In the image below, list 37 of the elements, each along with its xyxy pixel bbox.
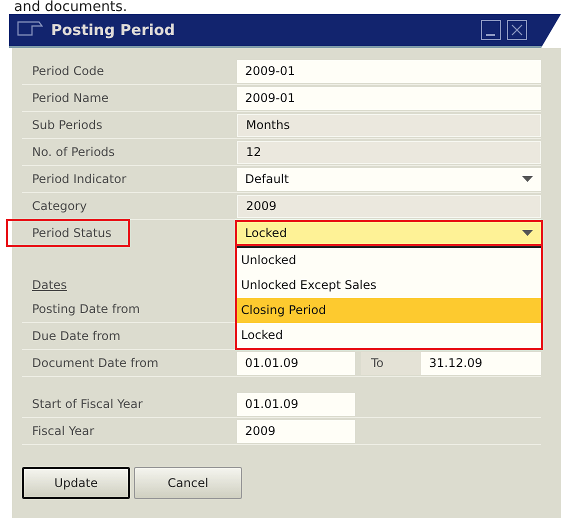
caret-icon xyxy=(522,176,533,182)
text-field[interactable]: 12 xyxy=(237,140,541,164)
text-field[interactable]: 2009-01 xyxy=(237,60,541,82)
text-field[interactable]: 2009-01 xyxy=(237,86,541,110)
dialog-button[interactable]: Update xyxy=(22,467,130,499)
close-icon[interactable] xyxy=(507,20,527,40)
date-field[interactable]: 01.01.09 xyxy=(237,352,355,374)
dropdown-field[interactable]: Default xyxy=(237,168,541,190)
field-label: Start of Fiscal Year xyxy=(31,397,144,411)
field-label: Sub Periods xyxy=(31,118,104,132)
field-label: Posting Date from xyxy=(31,302,141,316)
field-label: To xyxy=(361,352,421,374)
date-field[interactable]: 31.12.09 xyxy=(421,352,541,374)
dropdown-option[interactable]: Unlocked xyxy=(237,248,541,272)
field-label: No. of Periods xyxy=(31,145,116,159)
dropdown-option[interactable]: Unlocked Except Sales xyxy=(237,272,541,298)
field-label: Period Status xyxy=(8,221,128,245)
dropdown-field[interactable]: Locked xyxy=(237,222,541,244)
caret-icon xyxy=(522,230,533,236)
text-field[interactable]: 2009 xyxy=(237,194,541,218)
dropdown-option[interactable]: Closing Period xyxy=(237,298,541,322)
section-heading: Dates xyxy=(31,278,68,292)
field-label: Period Code xyxy=(31,64,105,78)
field-label: Document Date from xyxy=(31,356,160,370)
minimize-icon[interactable] xyxy=(481,20,501,40)
caption-text: and documents. xyxy=(13,0,128,14)
field-label: Due Date from xyxy=(31,329,122,343)
dialog-button[interactable]: Cancel xyxy=(134,467,242,499)
field-label: Fiscal Year xyxy=(31,424,96,438)
text-field[interactable]: 2009 xyxy=(237,420,355,442)
dropdown-option[interactable]: Locked xyxy=(237,322,541,348)
field-label: Category xyxy=(31,199,88,213)
text-field[interactable]: 01.01.09 xyxy=(237,392,355,416)
field-label: Period Name xyxy=(31,91,110,105)
text-field[interactable]: Months xyxy=(237,114,541,136)
field-label: Period Indicator xyxy=(31,172,128,186)
window-title: Posting Period xyxy=(51,21,175,39)
